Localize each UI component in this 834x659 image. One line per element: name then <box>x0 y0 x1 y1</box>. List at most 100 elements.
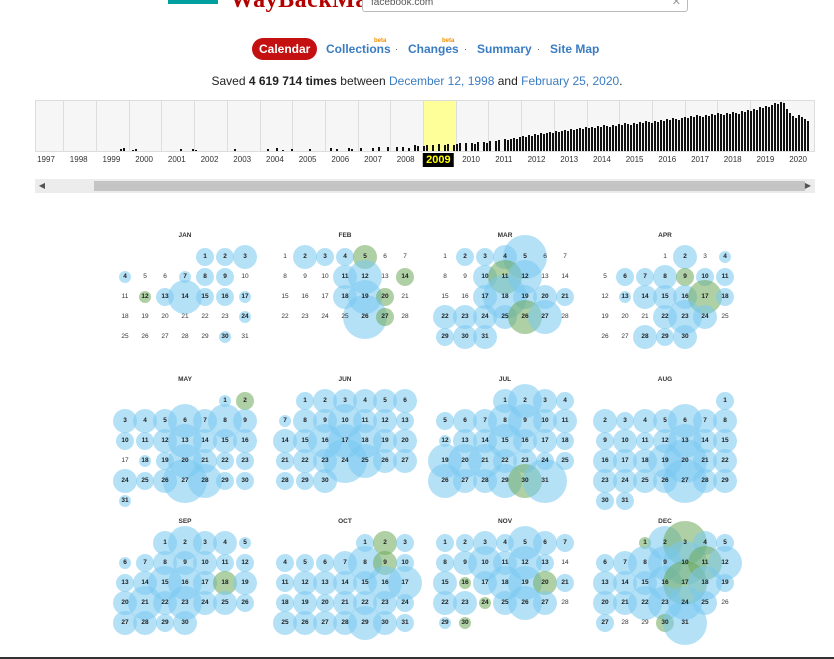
calendar-day[interactable]: 12 <box>518 270 532 284</box>
scrollbar-thumb[interactable] <box>94 181 805 191</box>
calendar-day[interactable]: 2 <box>218 250 232 264</box>
calendar-day[interactable]: 30 <box>178 616 192 630</box>
calendar-day[interactable]: 18 <box>698 576 712 590</box>
calendar-day[interactable]: 8 <box>198 270 212 284</box>
calendar-day[interactable]: 5 <box>438 414 452 428</box>
calendar-day[interactable]: 8 <box>498 414 512 428</box>
tab-calendar[interactable]: Calendar <box>252 38 318 60</box>
calendar-day[interactable]: 12 <box>718 556 732 570</box>
calendar-day[interactable]: 6 <box>318 556 332 570</box>
calendar-day[interactable]: 11 <box>278 576 292 590</box>
calendar-day[interactable]: 25 <box>638 474 652 488</box>
year-label-1999[interactable]: 1999 <box>102 155 120 164</box>
calendar-day[interactable]: 12 <box>658 434 672 448</box>
year-label-2008[interactable]: 2008 <box>397 155 415 164</box>
calendar-day[interactable]: 26 <box>518 310 532 324</box>
calendar-day[interactable]: 5 <box>358 250 372 264</box>
calendar-day[interactable]: 1 <box>218 394 232 408</box>
calendar-day[interactable]: 19 <box>358 290 372 304</box>
calendar-day[interactable]: 11 <box>218 556 232 570</box>
year-label-2018[interactable]: 2018 <box>724 155 742 164</box>
calendar-day[interactable]: 16 <box>518 434 532 448</box>
calendar-day[interactable]: 29 <box>438 330 452 344</box>
calendar-day[interactable]: 8 <box>638 556 652 570</box>
calendar-day[interactable]: 15 <box>198 290 212 304</box>
year-label-2019[interactable]: 2019 <box>756 155 774 164</box>
url-search-input[interactable]: facebook.com ✕ <box>362 0 688 12</box>
calendar-day[interactable]: 18 <box>498 290 512 304</box>
calendar-day[interactable]: 26 <box>298 616 312 630</box>
calendar-day[interactable]: 30 <box>458 330 472 344</box>
calendar-day[interactable]: 20 <box>398 434 412 448</box>
calendar-day[interactable]: 13 <box>178 434 192 448</box>
calendar-day[interactable]: 13 <box>618 290 632 304</box>
calendar-day[interactable]: 23 <box>658 596 672 610</box>
calendar-day[interactable]: 26 <box>158 474 172 488</box>
calendar-day[interactable]: 10 <box>618 434 632 448</box>
calendar-day[interactable]: 17 <box>398 576 412 590</box>
calendar-day[interactable]: 16 <box>458 576 472 590</box>
calendar-day[interactable]: 22 <box>658 310 672 324</box>
calendar-day[interactable]: 10 <box>398 556 412 570</box>
calendar-day[interactable]: 15 <box>358 576 372 590</box>
calendar-day[interactable]: 30 <box>598 494 612 508</box>
calendar-day[interactable]: 24 <box>698 310 712 324</box>
calendar-day[interactable]: 17 <box>338 434 352 448</box>
calendar-day[interactable]: 26 <box>658 474 672 488</box>
calendar-day[interactable]: 21 <box>138 596 152 610</box>
calendar-day[interactable]: 31 <box>478 330 492 344</box>
calendar-day[interactable]: 26 <box>238 596 252 610</box>
calendar-day[interactable]: 5 <box>298 556 312 570</box>
calendar-day[interactable]: 28 <box>638 330 652 344</box>
calendar-day[interactable]: 19 <box>518 290 532 304</box>
calendar-day[interactable]: 24 <box>398 596 412 610</box>
calendar-day[interactable]: 7 <box>698 414 712 428</box>
calendar-day[interactable]: 27 <box>678 474 692 488</box>
calendar-day[interactable]: 5 <box>378 394 392 408</box>
calendar-day[interactable]: 28 <box>138 616 152 630</box>
calendar-day[interactable]: 27 <box>458 474 472 488</box>
calendar-day[interactable]: 14 <box>178 290 192 304</box>
calendar-day[interactable]: 26 <box>358 310 372 324</box>
calendar-day[interactable]: 9 <box>378 556 392 570</box>
calendar-day[interactable]: 29 <box>298 474 312 488</box>
calendar-day[interactable]: 4 <box>358 394 372 408</box>
calendar-day[interactable]: 23 <box>518 454 532 468</box>
year-label-2013[interactable]: 2013 <box>560 155 578 164</box>
calendar-day[interactable]: 15 <box>498 434 512 448</box>
calendar-day[interactable]: 30 <box>318 474 332 488</box>
year-label-2007[interactable]: 2007 <box>364 155 382 164</box>
year-label-2015[interactable]: 2015 <box>626 155 644 164</box>
calendar-day[interactable]: 12 <box>358 270 372 284</box>
calendar-day[interactable]: 11 <box>138 434 152 448</box>
calendar-day[interactable]: 14 <box>478 434 492 448</box>
calendar-day[interactable]: 13 <box>598 576 612 590</box>
calendar-day[interactable]: 16 <box>218 290 232 304</box>
calendar-day[interactable]: 10 <box>698 270 712 284</box>
calendar-day[interactable]: 13 <box>398 414 412 428</box>
calendar-day[interactable]: 24 <box>618 474 632 488</box>
calendar-day[interactable]: 20 <box>598 596 612 610</box>
calendar-day[interactable]: 18 <box>338 290 352 304</box>
calendar-day[interactable]: 6 <box>458 414 472 428</box>
calendar-day[interactable]: 15 <box>438 576 452 590</box>
calendar-day[interactable]: 27 <box>398 454 412 468</box>
calendar-day[interactable]: 1 <box>158 536 172 550</box>
calendar-day[interactable]: 7 <box>618 556 632 570</box>
calendar-day[interactable]: 3 <box>478 536 492 550</box>
calendar-day[interactable]: 12 <box>298 576 312 590</box>
calendar-day[interactable]: 19 <box>658 454 672 468</box>
calendar-day[interactable]: 6 <box>538 536 552 550</box>
calendar-day[interactable]: 14 <box>618 576 632 590</box>
calendar-day[interactable]: 8 <box>358 556 372 570</box>
calendar-day[interactable]: 14 <box>398 270 412 284</box>
calendar-day[interactable]: 1 <box>438 536 452 550</box>
calendar-day[interactable]: 6 <box>118 556 132 570</box>
calendar-day[interactable]: 4 <box>138 414 152 428</box>
year-label-2010[interactable]: 2010 <box>462 155 480 164</box>
calendar-day[interactable]: 10 <box>538 414 552 428</box>
calendar-day[interactable]: 13 <box>158 290 172 304</box>
calendar-day[interactable]: 24 <box>118 474 132 488</box>
calendar-day[interactable]: 14 <box>138 576 152 590</box>
calendar-day[interactable]: 9 <box>678 270 692 284</box>
